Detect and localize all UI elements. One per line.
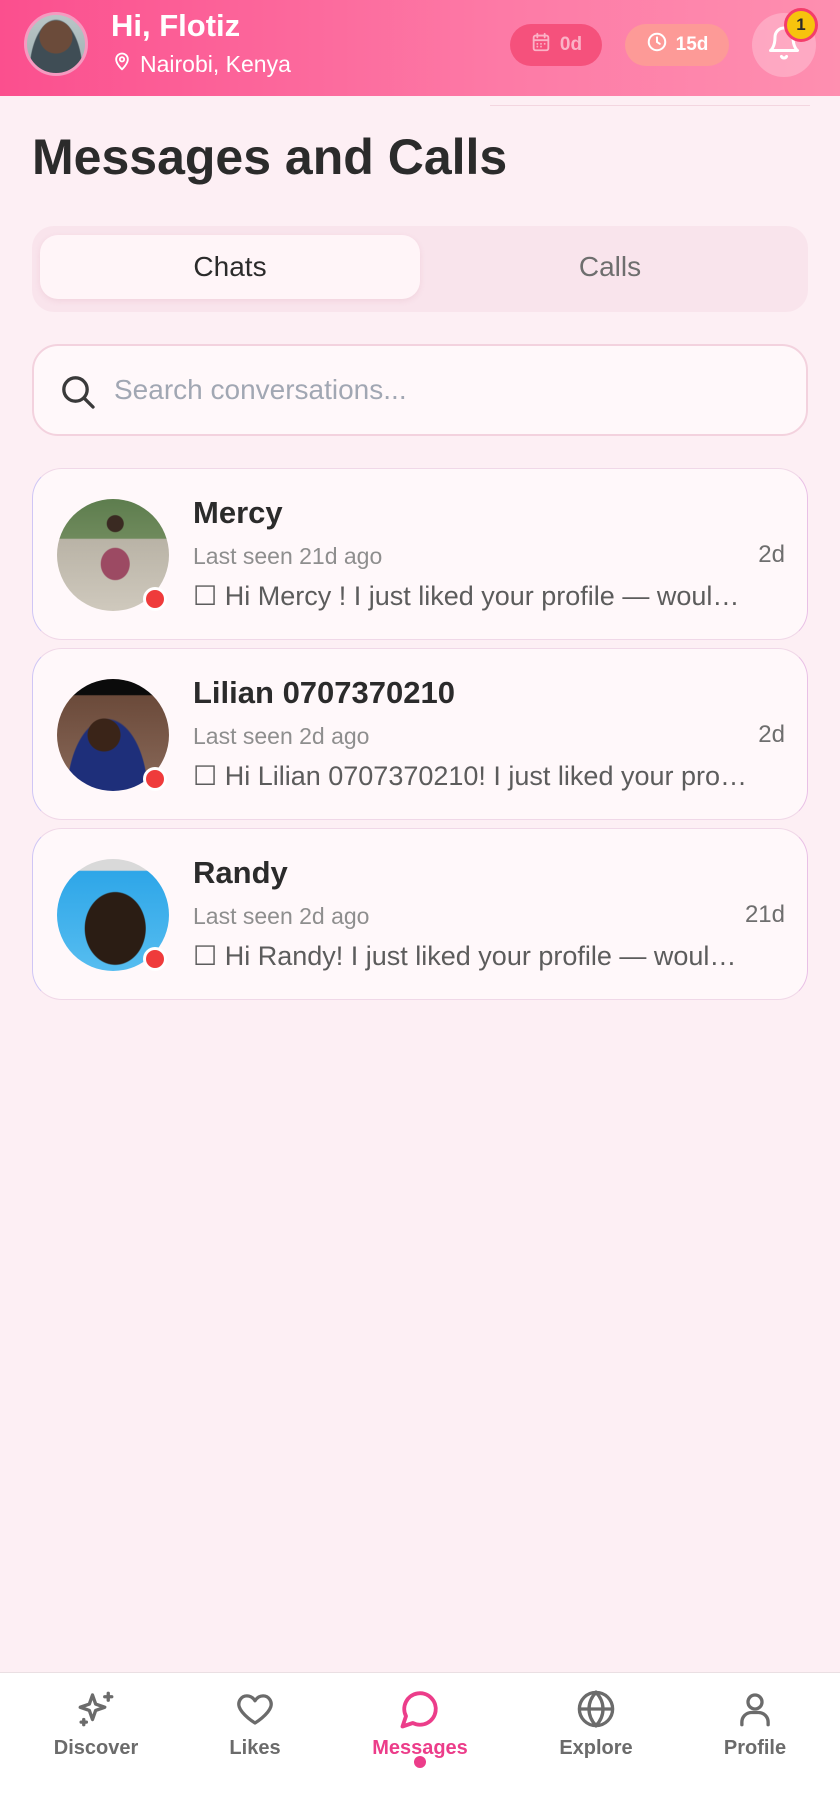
map-pin-icon bbox=[112, 50, 132, 78]
days-pill-label: 0d bbox=[559, 34, 583, 55]
conversation-item[interactable]: Mercy Last seen 21d ago ☐ Hi Mercy ! I j… bbox=[32, 468, 808, 640]
tab-bar: Chats Calls bbox=[32, 226, 808, 312]
top-header: Hi, Flotiz Nairobi, Kenya 0d 15d 1 bbox=[0, 0, 840, 96]
search-icon bbox=[58, 372, 98, 417]
clock-icon bbox=[646, 31, 668, 59]
page-title: Messages and Calls bbox=[32, 129, 508, 185]
message-preview: ☐ Hi Lilian 0707370210! I just liked you… bbox=[193, 761, 748, 791]
nav-label: Discover bbox=[53, 1737, 139, 1759]
message-preview: ☐ Hi Mercy ! I just liked your profile —… bbox=[193, 581, 748, 611]
contact-name: Mercy bbox=[193, 495, 283, 530]
nav-label: Explore bbox=[559, 1737, 633, 1759]
globe-icon bbox=[575, 1687, 617, 1731]
time-pill[interactable]: 15d bbox=[625, 24, 729, 66]
message-preview: ☐ Hi Randy! I just liked your profile — … bbox=[193, 941, 748, 971]
online-status-dot bbox=[143, 767, 167, 791]
message-circle-icon bbox=[399, 1687, 441, 1731]
last-seen-text: Last seen 2d ago bbox=[193, 903, 370, 929]
message-time: 2d bbox=[758, 721, 785, 748]
last-seen-text: Last seen 21d ago bbox=[193, 543, 383, 569]
app-page: Hi, Flotiz Nairobi, Kenya 0d 15d 1 Messa… bbox=[0, 0, 840, 1800]
bottom-nav: Discover Likes Messages Explore Profile bbox=[0, 1672, 840, 1800]
conversation-item[interactable]: Lilian 0707370210 Last seen 2d ago ☐ Hi … bbox=[32, 648, 808, 820]
nav-label: Profile bbox=[723, 1737, 787, 1759]
calendar-icon bbox=[530, 31, 552, 59]
heart-icon bbox=[234, 1687, 276, 1731]
last-seen-text: Last seen 2d ago bbox=[193, 723, 370, 749]
greeting-text: Hi, Flotiz bbox=[111, 8, 241, 43]
conversation-item[interactable]: Randy Last seen 2d ago ☐ Hi Randy! I jus… bbox=[32, 828, 808, 1000]
online-status-dot bbox=[143, 587, 167, 611]
user-icon bbox=[734, 1687, 776, 1731]
nav-label: Likes bbox=[229, 1737, 281, 1759]
message-time: 21d bbox=[744, 901, 785, 928]
message-time: 2d bbox=[758, 541, 785, 568]
active-tab-indicator bbox=[414, 1756, 426, 1768]
nav-profile[interactable]: Profile bbox=[685, 1687, 825, 1787]
time-pill-label: 15d bbox=[675, 34, 709, 55]
nav-likes[interactable]: Likes bbox=[185, 1687, 325, 1787]
nav-messages[interactable]: Messages bbox=[350, 1687, 490, 1787]
online-status-dot bbox=[143, 947, 167, 971]
location-text: Nairobi, Kenya bbox=[140, 50, 291, 77]
days-pill[interactable]: 0d bbox=[510, 24, 602, 66]
search-box bbox=[32, 344, 808, 436]
tab-chats[interactable]: Chats bbox=[40, 235, 420, 299]
location-row: Nairobi, Kenya bbox=[112, 49, 291, 79]
user-avatar[interactable] bbox=[24, 12, 88, 76]
header-divider bbox=[490, 105, 810, 106]
contact-name: Lilian 0707370210 bbox=[193, 675, 455, 710]
search-input[interactable] bbox=[114, 360, 774, 420]
notification-badge: 1 bbox=[784, 8, 818, 42]
sparkles-icon bbox=[75, 1687, 117, 1731]
nav-discover[interactable]: Discover bbox=[26, 1687, 166, 1787]
nav-explore[interactable]: Explore bbox=[526, 1687, 666, 1787]
contact-name: Randy bbox=[193, 855, 288, 890]
tab-calls[interactable]: Calls bbox=[420, 235, 800, 299]
